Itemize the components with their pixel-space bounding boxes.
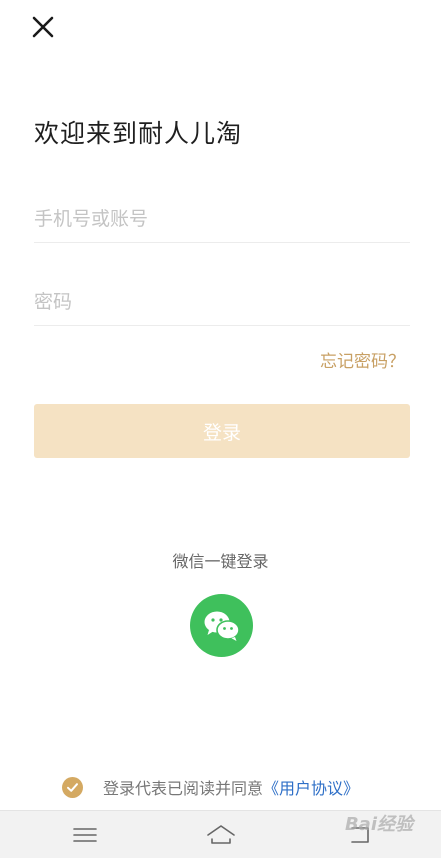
phone-field <box>34 195 410 243</box>
agreement-row: 登录代表已阅读并同意 《用户协议》 <box>62 775 359 799</box>
login-button[interactable]: 登录 <box>34 404 410 458</box>
password-input[interactable] <box>34 278 410 325</box>
menu-icon <box>73 828 97 842</box>
watermark-logo: Bai经验 <box>344 814 413 835</box>
nav-menu-button[interactable] <box>70 823 100 847</box>
check-icon <box>67 782 78 792</box>
page-title: 欢迎来到耐人儿淘 <box>34 119 243 148</box>
nav-home-button[interactable] <box>206 823 236 847</box>
password-field <box>34 278 410 326</box>
wechat-login-label: 微信一键登录 <box>172 552 269 571</box>
forgot-password-link[interactable]: 忘记密码？ <box>320 347 405 372</box>
agreement-text: 登录代表已阅读并同意 <box>103 779 264 798</box>
system-navigation-bar: Bai经验 <box>0 810 441 858</box>
agreement-checkbox[interactable] <box>62 776 83 798</box>
home-icon <box>207 825 235 844</box>
user-agreement-link[interactable]: 《用户协议》 <box>263 775 359 799</box>
wechat-login-button[interactable] <box>190 594 253 657</box>
login-button-label: 登录 <box>202 421 241 444</box>
close-icon <box>32 16 54 38</box>
phone-input[interactable] <box>34 195 410 242</box>
wechat-icon <box>204 611 240 641</box>
close-button[interactable] <box>30 14 56 40</box>
